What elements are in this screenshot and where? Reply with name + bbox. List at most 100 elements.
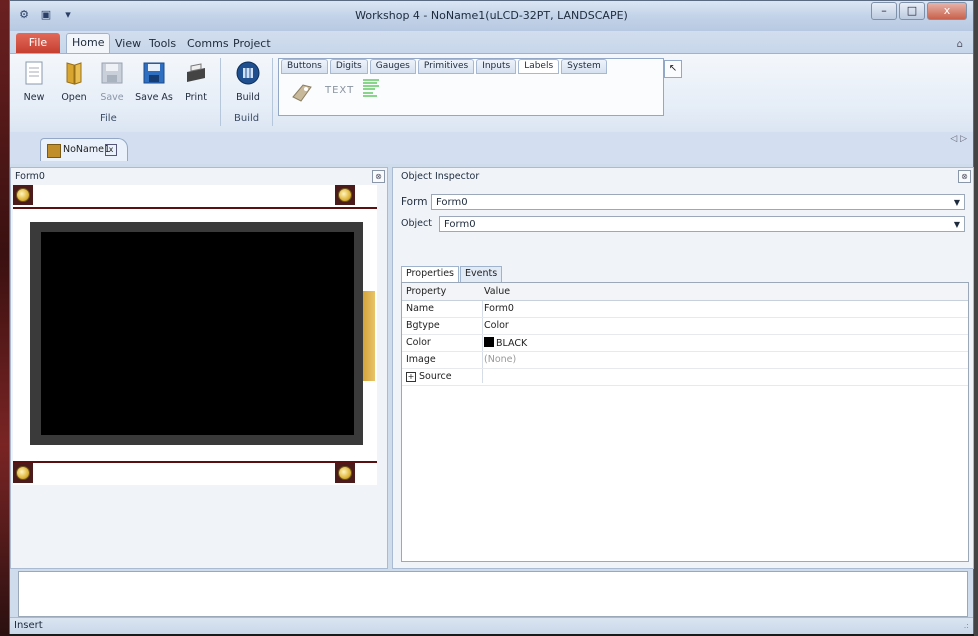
- palette-tab-primitives[interactable]: Primitives: [417, 59, 475, 74]
- palette-tabs: Buttons Digits Gauges Primitives Inputs …: [279, 59, 665, 74]
- save-as-button[interactable]: Save As: [134, 60, 174, 103]
- tab-project[interactable]: Project: [228, 35, 276, 52]
- tab-scroll-arrows[interactable]: ◁ ▷: [950, 134, 967, 144]
- tab-comms[interactable]: Comms: [182, 35, 234, 52]
- desktop-edge-right: [974, 0, 978, 636]
- mounting-screw-icon: [335, 185, 355, 205]
- table-row[interactable]: + Source: [402, 368, 968, 386]
- component-palette: Buttons Digits Gauges Primitives Inputs …: [278, 58, 664, 116]
- property-value[interactable]: Color: [484, 320, 509, 331]
- status-mode: Insert: [14, 620, 43, 631]
- palette-tab-buttons[interactable]: Buttons: [281, 59, 328, 74]
- palette-tab-inputs[interactable]: Inputs: [476, 59, 517, 74]
- property-value-color[interactable]: BLACK: [484, 337, 527, 349]
- save-as-icon: [143, 62, 165, 84]
- build-label: Build: [236, 92, 260, 103]
- save-label: Save: [100, 92, 124, 103]
- new-document-icon: [25, 61, 43, 85]
- text-label-icon[interactable]: TEXT: [325, 85, 354, 96]
- lcd-bezel: [30, 222, 363, 445]
- column-header-value: Value: [484, 286, 511, 297]
- group-separator: [272, 58, 273, 126]
- file-menu-tab[interactable]: File: [16, 33, 60, 53]
- tab-tools[interactable]: Tools: [144, 35, 181, 52]
- property-name: Bgtype: [406, 320, 440, 331]
- form-selector-label: Form: [401, 196, 428, 208]
- close-button[interactable]: x: [927, 2, 967, 20]
- table-row[interactable]: Image (None): [402, 351, 968, 369]
- document-tab-close-icon[interactable]: x: [105, 144, 117, 156]
- object-select-value: Form0: [444, 219, 476, 230]
- property-name: Name: [406, 303, 435, 314]
- color-swatch: [484, 337, 494, 347]
- minimize-button[interactable]: –: [871, 2, 897, 20]
- form-file-icon: [47, 144, 61, 158]
- window-title: Workshop 4 - NoName1(uLCD-32PT, LANDSCAP…: [355, 9, 628, 22]
- lcd-top-strip: [13, 185, 377, 209]
- expand-plus-icon[interactable]: +: [406, 372, 416, 382]
- mounting-screw-icon: [13, 463, 33, 483]
- status-bar: Insert .:: [10, 617, 973, 634]
- table-row[interactable]: Bgtype Color: [402, 317, 968, 335]
- table-row[interactable]: Name Form0: [402, 300, 968, 318]
- document-tab-noname1[interactable]: NoName1 x: [40, 138, 128, 161]
- object-selector-label: Object: [401, 218, 432, 229]
- open-folder-icon: [66, 62, 82, 85]
- new-button[interactable]: New: [14, 60, 54, 103]
- document-tab-label: NoName1: [63, 144, 110, 155]
- object-selector-row: Object Form0 ▼: [401, 216, 969, 234]
- title-bar: ⚙ ▣ ▾ Workshop 4 - NoName1(uLCD-32PT, LA…: [10, 1, 973, 31]
- property-value[interactable]: Form0: [484, 303, 514, 314]
- desktop-edge: [0, 0, 9, 636]
- maximize-button[interactable]: □: [899, 2, 925, 20]
- ribbon-minimize-icon[interactable]: ⌂: [957, 39, 963, 50]
- build-button[interactable]: Build: [228, 60, 268, 103]
- form-panel-title: Form0: [15, 171, 45, 182]
- open-button[interactable]: Open: [54, 60, 94, 103]
- column-header-property: Property: [406, 286, 447, 297]
- form-select-value: Form0: [436, 197, 468, 208]
- save-as-label: Save As: [135, 92, 173, 103]
- inspector-title: Object Inspector: [401, 171, 480, 182]
- tab-properties[interactable]: Properties: [401, 266, 460, 282]
- printer-icon: [187, 63, 205, 82]
- lcd-bottom-strip: [13, 461, 377, 485]
- form-designer-panel: Form0 ⊗: [10, 167, 388, 569]
- palette-tab-gauges[interactable]: Gauges: [369, 59, 416, 74]
- print-label: Print: [185, 92, 207, 103]
- chevron-down-icon: ▼: [953, 198, 960, 207]
- color-value-text: BLACK: [496, 338, 528, 349]
- tab-view[interactable]: View: [110, 35, 146, 52]
- form-select[interactable]: Form0 ▼: [431, 194, 965, 210]
- mounting-screw-icon: [13, 185, 33, 205]
- palette-tab-labels[interactable]: Labels: [518, 59, 560, 74]
- string-label-icon[interactable]: [361, 77, 381, 101]
- panel-close-icon[interactable]: ⊗: [372, 170, 385, 183]
- save-button[interactable]: Save: [92, 60, 132, 103]
- table-row[interactable]: Color BLACK: [402, 334, 968, 352]
- property-name: Color: [406, 337, 431, 348]
- palette-tab-digits[interactable]: Digits: [329, 59, 368, 74]
- lcd-flex-connector: [363, 291, 375, 381]
- pointer-tool-button[interactable]: ↖: [664, 60, 682, 78]
- output-pane[interactable]: [18, 571, 968, 617]
- property-value[interactable]: (None): [484, 354, 516, 365]
- group-separator: [220, 58, 221, 126]
- property-grid: Property Value Name Form0 Bgtype Color C…: [401, 282, 969, 562]
- mounting-screw-icon: [335, 463, 355, 483]
- print-button[interactable]: Print: [176, 60, 216, 103]
- save-disk-icon: [101, 62, 123, 84]
- app-window: ⚙ ▣ ▾ Workshop 4 - NoName1(uLCD-32PT, LA…: [9, 0, 974, 634]
- palette-tab-system[interactable]: System: [561, 59, 607, 74]
- inspector-close-icon[interactable]: ⊗: [958, 170, 971, 183]
- tab-events[interactable]: Events: [460, 266, 503, 282]
- ribbon-home: New Open Save Save As Print File Build B…: [10, 53, 973, 133]
- property-name-expandable: + Source: [406, 371, 452, 382]
- object-select[interactable]: Form0 ▼: [439, 216, 965, 232]
- new-label: New: [23, 92, 45, 103]
- lcd-screen-form0[interactable]: [41, 232, 354, 435]
- form-selector-row: Form Form0 ▼: [401, 194, 969, 212]
- grid-header: Property Value: [402, 283, 968, 301]
- tag-label-icon[interactable]: [289, 81, 315, 103]
- resize-grip-icon[interactable]: .:: [964, 621, 969, 630]
